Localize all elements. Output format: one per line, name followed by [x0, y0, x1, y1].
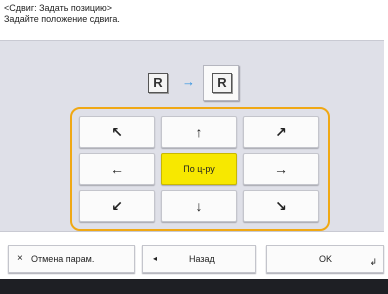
arrow-right-icon: → — [274, 161, 288, 177]
screen-title: <Сдвиг: Задать позицию> — [4, 3, 113, 13]
arrow-down-right-icon: ↘ — [275, 198, 287, 214]
cancel-label: Отмена парам. — [31, 254, 95, 264]
back-label: Назад — [189, 254, 215, 264]
shift-left-button[interactable]: ← — [79, 153, 155, 185]
arrow-up-left-icon: ↖ — [111, 124, 123, 140]
shift-up-right-button[interactable]: ↗ — [243, 116, 319, 148]
back-arrow-icon: ◂ — [153, 254, 158, 263]
screen-instruction: Задайте положение сдвига. — [4, 14, 120, 24]
ok-label: OK — [319, 254, 333, 264]
target-page-icon: R — [203, 65, 239, 101]
status-bar — [0, 279, 388, 294]
arrow-down-left-icon: ↙ — [111, 198, 123, 214]
shift-preview: R → R — [145, 62, 255, 102]
shift-down-button[interactable]: ↓ — [161, 190, 237, 222]
target-r-icon: R — [212, 73, 232, 93]
direction-pad: ↖ ↑ ↗ ← По ц-ру → ↙ ↓ ↘ — [70, 107, 330, 231]
arrow-up-right-icon: ↗ — [275, 124, 287, 140]
back-button[interactable]: ◂ Назад — [142, 245, 256, 273]
shift-up-button[interactable]: ↑ — [161, 116, 237, 148]
close-icon: × — [17, 253, 23, 264]
header: <Сдвиг: Задать позицию> Задайте положени… — [4, 3, 120, 25]
cancel-settings-button[interactable]: × Отмена парам. — [8, 245, 135, 273]
arrow-left-icon: ← — [110, 161, 124, 177]
arrow-up-icon: ↑ — [195, 124, 203, 140]
shift-up-left-button[interactable]: ↖ — [79, 116, 155, 148]
shift-right-button[interactable]: → — [243, 153, 319, 185]
shift-arrow-icon: → — [182, 74, 195, 89]
shift-down-left-button[interactable]: ↙ — [79, 190, 155, 222]
arrow-down-icon: ↓ — [195, 198, 203, 214]
source-r-icon: R — [148, 73, 168, 93]
center-label: По ц-ру — [183, 164, 215, 174]
enter-icon: ↲ — [369, 257, 377, 267]
ok-button[interactable]: OK ↲ — [266, 245, 384, 273]
shift-center-button[interactable]: По ц-ру — [161, 153, 237, 185]
shift-down-right-button[interactable]: ↘ — [243, 190, 319, 222]
